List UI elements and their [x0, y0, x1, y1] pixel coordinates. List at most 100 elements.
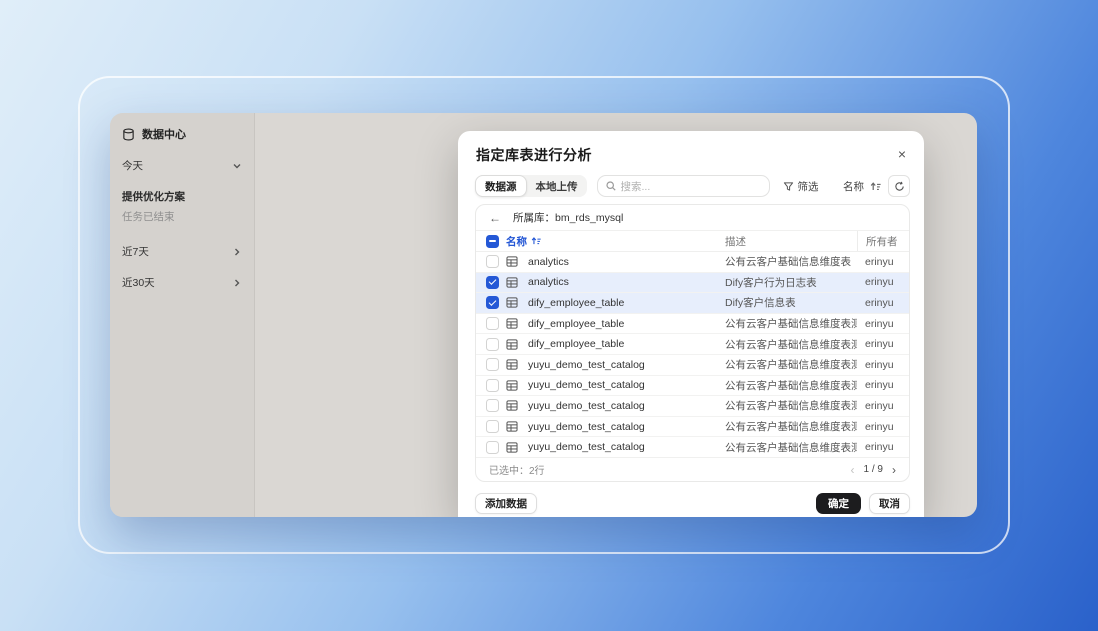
row-checkbox[interactable]	[486, 420, 499, 433]
page-next-icon[interactable]: ›	[892, 464, 896, 476]
cancel-button[interactable]: 取消	[869, 493, 910, 514]
row-name: yuyu_demo_test_catalog	[528, 441, 725, 453]
back-arrow-icon[interactable]: ←	[489, 212, 501, 224]
sort-field-label[interactable]: 名称	[843, 179, 864, 194]
table-icon	[506, 277, 528, 288]
tab-datasource[interactable]: 数据源	[475, 175, 527, 197]
selected-summary: 已选中：2行	[489, 462, 545, 477]
sidebar-header: 数据中心	[122, 126, 242, 142]
table-row[interactable]: analytics Dify客户行为日志表 erinyu	[476, 273, 909, 294]
last7-label: 近7天	[122, 244, 149, 259]
modal-header: 指定库表进行分析 ×	[458, 131, 924, 174]
header-checkbox-cell	[476, 235, 506, 248]
close-icon[interactable]: ×	[894, 145, 910, 163]
row-desc: 公有云客户基础信息维度表测试...	[725, 337, 857, 352]
breadcrumb-label: 所属库：bm_rds_mysql	[513, 210, 623, 225]
pagination: ‹ 1 / 9 ›	[851, 464, 896, 476]
sidebar-item-last30days[interactable]: 近30天	[122, 275, 242, 290]
table-icon	[506, 400, 528, 411]
row-desc: 公有云客户基础信息维度表测试...	[725, 357, 857, 372]
select-all-checkbox[interactable]	[486, 235, 499, 248]
specify-tables-modal: 指定库表进行分析 × 数据源 本地上传 搜索...	[458, 131, 924, 517]
row-name: dify_employee_table	[528, 338, 725, 350]
table-icon	[506, 380, 528, 391]
tables-card: ← 所属库：bm_rds_mysql 名称 描述 所有者	[475, 204, 910, 482]
page-prev-icon[interactable]: ‹	[851, 464, 855, 476]
sidebar-item-last7days[interactable]: 近7天	[122, 244, 242, 259]
table-row[interactable]: yuyu_demo_test_catalog 公有云客户基础信息维度表测试...…	[476, 355, 909, 376]
sidebar: 数据中心 今天 提供优化方案 任务已结束 近7天 近30天	[110, 113, 255, 517]
add-data-button[interactable]: 添加数据	[475, 493, 537, 514]
filter-button[interactable]: 筛选	[783, 179, 819, 194]
row-desc: Dify客户行为日志表	[725, 275, 857, 290]
breadcrumb: ← 所属库：bm_rds_mysql	[476, 205, 909, 231]
row-checkbox[interactable]	[486, 358, 499, 371]
row-checkbox[interactable]	[486, 379, 499, 392]
table-row[interactable]: yuyu_demo_test_catalog 公有云客户基础信息维度表测试...…	[476, 376, 909, 397]
row-name: dify_employee_table	[528, 297, 725, 309]
sidebar-title: 数据中心	[142, 126, 186, 142]
app-window: 数据中心 今天 提供优化方案 任务已结束 近7天 近30天 指定库表进行分析 ×	[110, 113, 977, 517]
table-row[interactable]: dify_employee_table 公有云客户基础信息维度表测试... er…	[476, 314, 909, 335]
tab-local-upload[interactable]: 本地上传	[527, 175, 587, 197]
row-name: yuyu_demo_test_catalog	[528, 379, 725, 391]
row-desc: 公有云客户基础信息维度表测试...	[725, 419, 857, 434]
row-desc: 公有云客户基础信息维度表	[725, 254, 857, 269]
row-checkbox[interactable]	[486, 255, 499, 268]
page-indicator: 1 / 9	[864, 464, 883, 475]
table-row[interactable]: analytics 公有云客户基础信息维度表 erinyu	[476, 252, 909, 273]
table-row[interactable]: yuyu_demo_test_catalog 公有云客户基础信息维度表测试...…	[476, 437, 909, 457]
sort-ascending-icon	[531, 236, 542, 246]
row-checkbox-cell	[476, 296, 506, 309]
row-checkbox[interactable]	[486, 399, 499, 412]
row-checkbox[interactable]	[486, 441, 499, 454]
row-name: yuyu_demo_test_catalog	[528, 421, 725, 433]
row-desc: 公有云客户基础信息维度表测试...	[725, 316, 857, 331]
action-buttons-right: 确定 取消	[816, 493, 910, 514]
search-icon	[606, 181, 616, 191]
modal-toolbar: 数据源 本地上传 搜索... 筛选 名称	[475, 174, 910, 198]
row-owner: erinyu	[857, 338, 909, 350]
search-placeholder: 搜索...	[621, 179, 651, 194]
chevron-down-icon	[232, 161, 242, 171]
row-owner: erinyu	[857, 421, 909, 433]
row-desc: 公有云客户基础信息维度表测试...	[725, 378, 857, 393]
row-name: yuyu_demo_test_catalog	[528, 359, 725, 371]
confirm-button[interactable]: 确定	[816, 493, 861, 514]
table-header-row: 名称 描述 所有者	[476, 231, 909, 252]
sort-ascending-icon[interactable]	[870, 181, 882, 192]
row-checkbox[interactable]	[486, 276, 499, 289]
refresh-button[interactable]	[888, 175, 910, 197]
row-name: dify_employee_table	[528, 318, 725, 330]
row-owner: erinyu	[857, 400, 909, 412]
table-row[interactable]: dify_employee_table Dify客户信息表 erinyu	[476, 293, 909, 314]
row-checkbox[interactable]	[486, 317, 499, 330]
name-header-label: 名称	[506, 234, 527, 249]
table-footer: 已选中：2行 ‹ 1 / 9 ›	[476, 457, 909, 481]
table-row[interactable]: yuyu_demo_test_catalog 公有云客户基础信息维度表测试...…	[476, 417, 909, 438]
row-checkbox[interactable]	[486, 296, 499, 309]
table-icon	[506, 421, 528, 432]
search-input[interactable]: 搜索...	[597, 175, 770, 197]
row-name: yuyu_demo_test_catalog	[528, 400, 725, 412]
table-row[interactable]: yuyu_demo_test_catalog 公有云客户基础信息维度表测试...…	[476, 396, 909, 417]
row-name: analytics	[528, 276, 725, 288]
table-icon	[506, 339, 528, 350]
row-desc: Dify客户信息表	[725, 295, 857, 310]
sidebar-item-today[interactable]: 今天	[122, 158, 242, 173]
toolbar-right-group: 名称	[843, 175, 910, 197]
row-checkbox[interactable]	[486, 338, 499, 351]
table-icon	[506, 359, 528, 370]
table-icon	[506, 318, 528, 329]
sidebar-task-title[interactable]: 提供优化方案	[122, 189, 242, 204]
row-owner: erinyu	[857, 297, 909, 309]
column-header-desc: 描述	[725, 234, 857, 249]
row-checkbox-cell	[476, 399, 506, 412]
refresh-icon	[894, 181, 905, 192]
column-header-name[interactable]: 名称	[506, 234, 725, 249]
modal-action-bar: 添加数据 确定 取消	[475, 493, 910, 514]
last30-label: 近30天	[122, 275, 155, 290]
filter-label: 筛选	[798, 179, 819, 194]
row-checkbox-cell	[476, 420, 506, 433]
table-row[interactable]: dify_employee_table 公有云客户基础信息维度表测试... er…	[476, 334, 909, 355]
